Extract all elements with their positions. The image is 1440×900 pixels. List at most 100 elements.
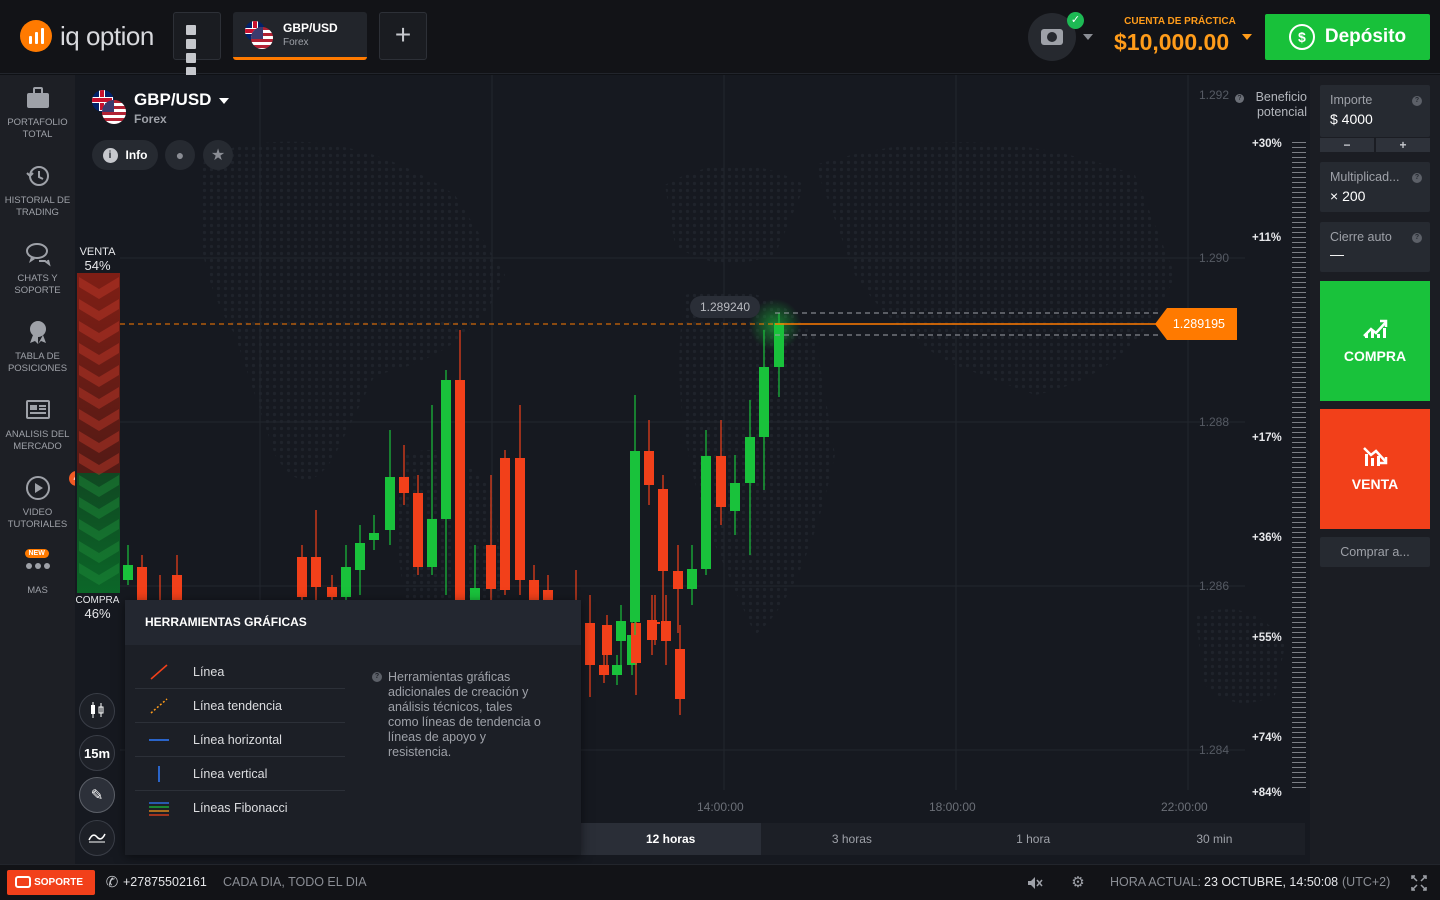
status-bar: SOPORTE ✆ +27875502161 CADA DIA, TODO EL… xyxy=(0,864,1440,900)
profit-pct: +17% xyxy=(1252,432,1282,444)
candle-body xyxy=(585,623,595,665)
chart-asset-name: GBP/USD xyxy=(134,90,229,110)
amount-decrease-button[interactable]: − xyxy=(1320,138,1374,152)
mute-icon[interactable] xyxy=(1027,875,1043,891)
timeframe-30m[interactable]: 30 min xyxy=(1124,823,1305,855)
chevron-down-icon[interactable] xyxy=(1083,34,1093,40)
assets-grid-button[interactable] xyxy=(173,12,221,77)
fullscreen-icon[interactable] xyxy=(1411,875,1427,891)
profit-ruler xyxy=(1292,142,1306,792)
gbp-usd-flag-icon xyxy=(245,20,273,49)
candle-body xyxy=(644,451,654,485)
multiplier-field[interactable]: Multiplicad... ? × 200 xyxy=(1320,162,1430,212)
dollar-refresh-icon: $ xyxy=(1288,24,1315,50)
help-icon[interactable]: ? xyxy=(1412,96,1422,106)
hover-price-tag: 1.289240 xyxy=(690,296,760,318)
info-button[interactable]: i Info xyxy=(92,140,158,170)
candle-body xyxy=(486,545,496,589)
tool-label: Línea horizontal xyxy=(193,732,282,747)
indicators-button[interactable] xyxy=(79,820,115,856)
asset-tab-gbpusd[interactable]: GBP/USD Forex xyxy=(233,12,367,60)
sell-button[interactable]: VENTA xyxy=(1320,409,1430,529)
timeframe-12h[interactable]: 12 horas xyxy=(580,823,762,855)
candle-body xyxy=(599,665,609,675)
current-time-value: 23 OCTUBRE, 14:50:08 xyxy=(1204,875,1339,889)
chart-area[interactable]: ? Beneficio potencial +30% +11% +17% +36%… xyxy=(75,75,1310,864)
multiplier-value[interactable]: × 200 xyxy=(1330,188,1365,204)
settings-gear-icon[interactable]: ⚙ xyxy=(1070,875,1086,891)
autoclose-field[interactable]: Cierre auto ? — xyxy=(1320,222,1430,272)
price-axis-label: 1.284 xyxy=(1199,743,1230,757)
sidebar-item-leaderboard[interactable]: TABLA DE POSICIONES xyxy=(0,319,75,375)
sidebar-label: TOTAL xyxy=(22,129,53,140)
drawing-tools-button[interactable]: ✎ xyxy=(79,777,115,813)
candle-body xyxy=(355,543,365,570)
trendline-icon xyxy=(147,697,171,714)
candlestick-icon xyxy=(89,701,105,722)
buy-sentiment-pct: 46% xyxy=(84,606,111,621)
chart-asset-type: Forex xyxy=(134,112,167,126)
check-icon: ✓ xyxy=(1067,12,1084,29)
candle-body xyxy=(631,623,641,663)
chart-tools-panel: HERRAMIENTAS GRÁFICAS Línea Línea tenden… xyxy=(125,600,581,855)
trade-panel: Importe ? $ 4000 − + Multiplicad... ? × … xyxy=(1310,75,1440,864)
alert-button[interactable]: ● xyxy=(165,140,195,170)
sidebar-item-chats[interactable]: CHATS Y SOPORTE xyxy=(0,241,75,297)
tool-horizontal-line[interactable]: Línea horizontal xyxy=(135,723,345,757)
favorite-button[interactable]: ★ xyxy=(203,140,233,170)
support-button[interactable]: SOPORTE xyxy=(7,870,95,895)
tool-label: Líneas Fibonacci xyxy=(193,801,288,815)
sidebar-label: TUTORIALES xyxy=(7,519,68,530)
help-icon[interactable]: ? xyxy=(1412,173,1422,183)
candle-body xyxy=(687,569,697,589)
support-phone[interactable]: +27875502161 xyxy=(123,875,207,889)
sidebar-label: MERCADO xyxy=(13,441,62,452)
star-icon: ★ xyxy=(210,147,226,164)
deposit-button[interactable]: $ Depósito xyxy=(1265,14,1430,60)
sidebar-label: HISTORIAL DE xyxy=(4,195,71,206)
tools-description-text: Herramientas gráficas adicionales de cre… xyxy=(388,670,541,759)
candle-body xyxy=(172,575,182,600)
candle-body xyxy=(399,477,409,493)
phone-icon: ✆ xyxy=(105,874,119,891)
sidebar-item-portfolio[interactable]: PORTAFOLIO TOTAL xyxy=(0,85,75,141)
profit-pct: +36% xyxy=(1252,532,1282,544)
time-axis-label: 18:00:00 xyxy=(929,800,976,814)
horizontal-line-icon xyxy=(147,732,171,748)
help-icon[interactable]: ? xyxy=(1412,233,1422,243)
sidebar-item-video-tutorials[interactable]: 4 VIDEOTUTORIALES xyxy=(0,471,84,531)
timeframe-1h[interactable]: 1 hora xyxy=(943,823,1124,855)
sidebar-item-history[interactable]: HISTORIAL DE TRADING xyxy=(0,163,75,219)
help-icon[interactable]: ? xyxy=(1235,94,1244,103)
candle-body xyxy=(759,367,769,437)
account-selector[interactable]: CUENTA DE PRÁCTICA $10,000.00 xyxy=(1108,16,1252,56)
buy-button[interactable]: COMPRA xyxy=(1320,281,1430,401)
sell-sentiment: VENTA 54% xyxy=(75,246,120,273)
candle-body xyxy=(311,557,321,587)
amount-increase-button[interactable]: + xyxy=(1376,138,1430,152)
sidebar-item-more[interactable]: NEW MAS xyxy=(0,549,75,597)
sidebar-item-market-analysis[interactable]: ANALISIS DEL MERCADO xyxy=(0,397,75,453)
candle-interval-button[interactable]: 15m xyxy=(79,735,115,771)
candle-body xyxy=(327,587,337,597)
add-asset-button[interactable]: + xyxy=(379,12,427,60)
chart-type-button[interactable] xyxy=(79,693,115,729)
logo[interactable]: iq option xyxy=(20,20,154,52)
buy-at-button[interactable]: Comprar a... xyxy=(1320,537,1430,567)
candle-body xyxy=(675,649,685,699)
autoclose-value[interactable]: — xyxy=(1330,246,1344,262)
tool-trendline[interactable]: Línea tendencia xyxy=(135,689,345,723)
tool-fibonacci[interactable]: Líneas Fibonacci xyxy=(135,791,345,825)
sidebar-label: POSICIONES xyxy=(7,363,68,374)
tool-vertical-line[interactable]: Línea vertical xyxy=(135,757,345,791)
chart-asset-header[interactable]: GBP/USD Forex xyxy=(92,90,211,126)
left-sidebar: PORTAFOLIO TOTAL HISTORIAL DE TRADING CHAT… xyxy=(0,75,84,864)
amount-field[interactable]: Importe ? $ 4000 xyxy=(1320,85,1430,137)
buy-sentiment-label: COMPRA xyxy=(75,595,120,606)
candle-body xyxy=(701,456,711,569)
tool-line[interactable]: Línea xyxy=(135,655,345,689)
timeframe-3h[interactable]: 3 horas xyxy=(761,823,942,855)
autoclose-label: Cierre auto xyxy=(1330,230,1392,244)
candle-body xyxy=(369,533,379,540)
amount-value[interactable]: $ 4000 xyxy=(1330,111,1373,127)
